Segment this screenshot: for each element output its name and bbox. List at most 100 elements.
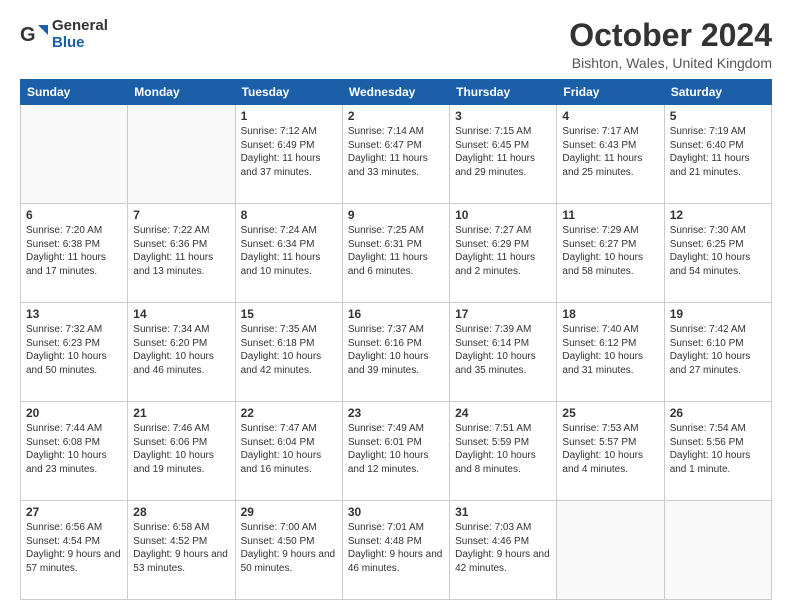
day-cell: 6Sunrise: 7:20 AM Sunset: 6:38 PM Daylig…	[21, 204, 128, 303]
day-cell: 2Sunrise: 7:14 AM Sunset: 6:47 PM Daylig…	[342, 105, 449, 204]
day-cell: 14 Sunrise: 7:34 AM Sunset: 6:20 PM Dayli…	[128, 303, 235, 402]
day-number: 21	[133, 406, 229, 420]
title-location: Bishton, Wales, United Kingdom	[569, 55, 772, 71]
day-cell: 11Sunrise: 7:29 AM Sunset: 6:27 PM Dayli…	[557, 204, 664, 303]
day-info: Sunrise: 7:34 AM Sunset: 6:20 PM Dayligh…	[133, 323, 229, 377]
day-info: Sunrise: 7:42 AM Sunset: 6:10 PM Dayligh…	[670, 323, 766, 377]
day-number: 26	[670, 406, 766, 420]
day-cell: 20Sunrise: 7:44 AM Sunset: 6:08 PM Dayli…	[21, 402, 128, 501]
day-cell: 17Sunrise: 7:39 AM Sunset: 6:14 PM Dayli…	[450, 303, 557, 402]
day-info: Sunrise: 7:24 AM Sunset: 6:34 PM Dayligh…	[241, 224, 337, 278]
day-cell: 21 Sunrise: 7:46 AM Sunset: 6:06 PM Dayli…	[128, 402, 235, 501]
day-cell: 12Sunrise: 7:30 AM Sunset: 6:25 PM Dayli…	[664, 204, 771, 303]
day-cell: 25 Sunrise: 7:53 AM Sunset: 5:57 PM Dayli…	[557, 402, 664, 501]
day-number: 31	[455, 505, 551, 519]
day-number: 24	[455, 406, 551, 420]
day-info: Sunrise: 7:29 AM Sunset: 6:27 PM Dayligh…	[562, 224, 658, 278]
day-number: 28	[133, 505, 229, 519]
day-number: 14	[133, 307, 229, 321]
day-number: 17	[455, 307, 551, 321]
header: G General Blue October 2024 Bishton, Wal…	[20, 18, 772, 71]
day-number: 4	[562, 109, 658, 123]
day-cell: 15Sunrise: 7:35 AM Sunset: 6:18 PM Dayli…	[235, 303, 342, 402]
col-header-monday: Monday	[128, 80, 235, 105]
day-number: 29	[241, 505, 337, 519]
day-cell: 29 Sunrise: 7:00 AM Sunset: 4:50 PM Dayli…	[235, 501, 342, 600]
day-cell	[21, 105, 128, 204]
day-number: 7	[133, 208, 229, 222]
logo-icon: G	[20, 21, 48, 49]
day-number: 13	[26, 307, 122, 321]
day-cell	[664, 501, 771, 600]
week-row-0: 1Sunrise: 7:12 AM Sunset: 6:49 PM Daylig…	[21, 105, 772, 204]
day-number: 9	[348, 208, 444, 222]
day-info: Sunrise: 7:51 AM Sunset: 5:59 PM Dayligh…	[455, 422, 551, 476]
day-cell: 5 Sunrise: 7:19 AM Sunset: 6:40 PM Daylig…	[664, 105, 771, 204]
title-block: October 2024 Bishton, Wales, United King…	[569, 18, 772, 71]
day-number: 1	[241, 109, 337, 123]
day-cell: 3Sunrise: 7:15 AM Sunset: 6:45 PM Daylig…	[450, 105, 557, 204]
day-number: 15	[241, 307, 337, 321]
day-number: 10	[455, 208, 551, 222]
day-number: 23	[348, 406, 444, 420]
day-cell: 30 Sunrise: 7:01 AM Sunset: 4:48 PM Dayli…	[342, 501, 449, 600]
logo-general: General	[52, 18, 108, 35]
day-number: 30	[348, 505, 444, 519]
col-header-saturday: Saturday	[664, 80, 771, 105]
day-number: 2	[348, 109, 444, 123]
day-info: Sunrise: 6:58 AM Sunset: 4:52 PM Dayligh…	[133, 521, 229, 575]
day-cell: 10Sunrise: 7:27 AM Sunset: 6:29 PM Dayli…	[450, 204, 557, 303]
day-info: Sunrise: 7:00 AM Sunset: 4:50 PM Dayligh…	[241, 521, 337, 575]
day-cell: 23 Sunrise: 7:49 AM Sunset: 6:01 PM Dayli…	[342, 402, 449, 501]
day-cell: 9 Sunrise: 7:25 AM Sunset: 6:31 PM Daylig…	[342, 204, 449, 303]
day-info: Sunrise: 7:49 AM Sunset: 6:01 PM Dayligh…	[348, 422, 444, 476]
logo: G General Blue	[20, 18, 108, 51]
day-cell: 13 Sunrise: 7:32 AM Sunset: 6:23 PM Dayli…	[21, 303, 128, 402]
day-info: Sunrise: 7:20 AM Sunset: 6:38 PM Dayligh…	[26, 224, 122, 278]
week-row-3: 20Sunrise: 7:44 AM Sunset: 6:08 PM Dayli…	[21, 402, 772, 501]
day-number: 12	[670, 208, 766, 222]
day-cell: 18 Sunrise: 7:40 AM Sunset: 6:12 PM Dayli…	[557, 303, 664, 402]
day-cell: 27Sunrise: 6:56 AM Sunset: 4:54 PM Dayli…	[21, 501, 128, 600]
day-number: 18	[562, 307, 658, 321]
day-info: Sunrise: 6:56 AM Sunset: 4:54 PM Dayligh…	[26, 521, 122, 575]
day-info: Sunrise: 7:32 AM Sunset: 6:23 PM Dayligh…	[26, 323, 122, 377]
logo-text: General Blue	[52, 18, 108, 51]
day-info: Sunrise: 7:40 AM Sunset: 6:12 PM Dayligh…	[562, 323, 658, 377]
day-cell: 7 Sunrise: 7:22 AM Sunset: 6:36 PM Daylig…	[128, 204, 235, 303]
logo-blue: Blue	[52, 35, 108, 52]
col-header-wednesday: Wednesday	[342, 80, 449, 105]
week-row-2: 13 Sunrise: 7:32 AM Sunset: 6:23 PM Dayli…	[21, 303, 772, 402]
day-cell: 1Sunrise: 7:12 AM Sunset: 6:49 PM Daylig…	[235, 105, 342, 204]
day-number: 19	[670, 307, 766, 321]
day-info: Sunrise: 7:37 AM Sunset: 6:16 PM Dayligh…	[348, 323, 444, 377]
day-info: Sunrise: 7:53 AM Sunset: 5:57 PM Dayligh…	[562, 422, 658, 476]
day-info: Sunrise: 7:01 AM Sunset: 4:48 PM Dayligh…	[348, 521, 444, 575]
day-number: 25	[562, 406, 658, 420]
col-header-thursday: Thursday	[450, 80, 557, 105]
day-cell: 26 Sunrise: 7:54 AM Sunset: 5:56 PM Dayli…	[664, 402, 771, 501]
day-cell: 19 Sunrise: 7:42 AM Sunset: 6:10 PM Dayli…	[664, 303, 771, 402]
day-number: 22	[241, 406, 337, 420]
week-row-1: 6Sunrise: 7:20 AM Sunset: 6:38 PM Daylig…	[21, 204, 772, 303]
day-info: Sunrise: 7:17 AM Sunset: 6:43 PM Dayligh…	[562, 125, 658, 179]
day-info: Sunrise: 7:54 AM Sunset: 5:56 PM Dayligh…	[670, 422, 766, 476]
day-cell: 4 Sunrise: 7:17 AM Sunset: 6:43 PM Daylig…	[557, 105, 664, 204]
day-info: Sunrise: 7:22 AM Sunset: 6:36 PM Dayligh…	[133, 224, 229, 278]
day-cell	[128, 105, 235, 204]
day-cell: 8 Sunrise: 7:24 AM Sunset: 6:34 PM Daylig…	[235, 204, 342, 303]
day-info: Sunrise: 7:44 AM Sunset: 6:08 PM Dayligh…	[26, 422, 122, 476]
day-number: 5	[670, 109, 766, 123]
title-month: October 2024	[569, 18, 772, 53]
calendar-table: SundayMondayTuesdayWednesdayThursdayFrid…	[20, 79, 772, 600]
day-info: Sunrise: 7:03 AM Sunset: 4:46 PM Dayligh…	[455, 521, 551, 575]
day-info: Sunrise: 7:25 AM Sunset: 6:31 PM Dayligh…	[348, 224, 444, 278]
page: G General Blue October 2024 Bishton, Wal…	[0, 0, 792, 612]
day-info: Sunrise: 7:15 AM Sunset: 6:45 PM Dayligh…	[455, 125, 551, 179]
day-cell: 24 Sunrise: 7:51 AM Sunset: 5:59 PM Dayli…	[450, 402, 557, 501]
day-info: Sunrise: 7:46 AM Sunset: 6:06 PM Dayligh…	[133, 422, 229, 476]
day-number: 8	[241, 208, 337, 222]
week-row-4: 27Sunrise: 6:56 AM Sunset: 4:54 PM Dayli…	[21, 501, 772, 600]
calendar-body: 1Sunrise: 7:12 AM Sunset: 6:49 PM Daylig…	[21, 105, 772, 600]
day-info: Sunrise: 7:19 AM Sunset: 6:40 PM Dayligh…	[670, 125, 766, 179]
